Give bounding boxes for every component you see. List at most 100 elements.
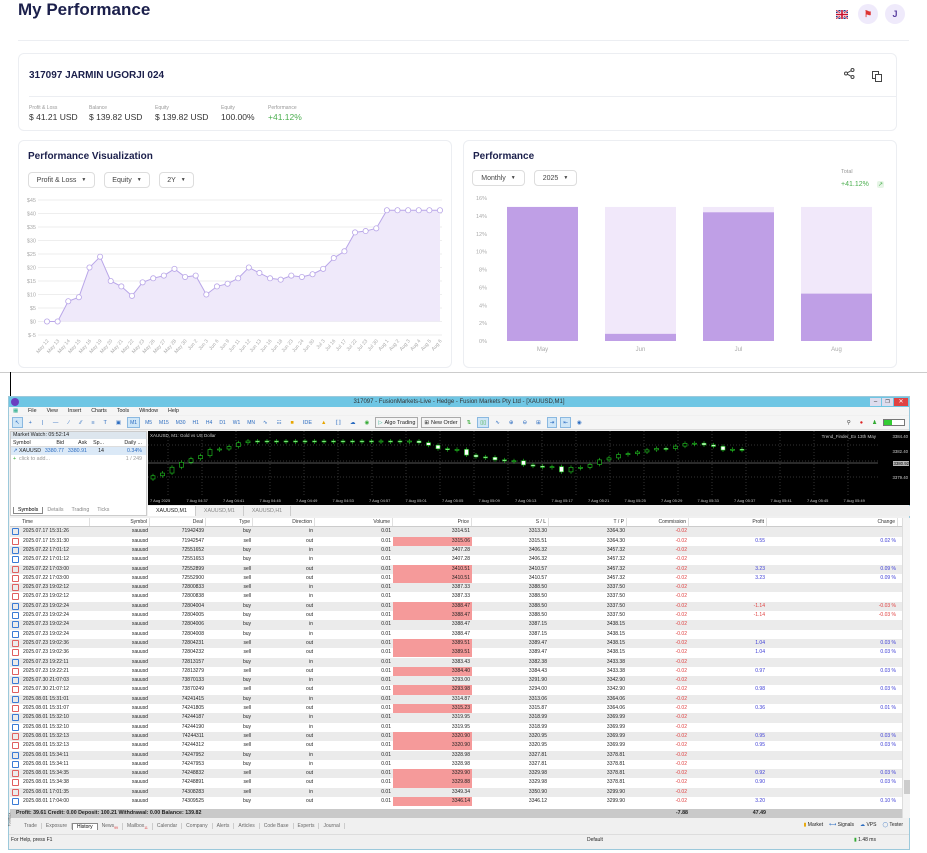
chart-shift-icon[interactable]: ⇤ xyxy=(560,417,571,428)
tab-trading[interactable]: Trading xyxy=(68,507,94,514)
data-point[interactable] xyxy=(362,228,369,235)
toolbox-tab-news[interactable]: News99 xyxy=(98,822,123,830)
data-point[interactable] xyxy=(54,318,61,325)
col-bid[interactable]: Bid xyxy=(56,439,66,446)
data-point[interactable] xyxy=(288,272,295,279)
scrollbar-thumb[interactable] xyxy=(904,780,910,794)
share-icon[interactable] xyxy=(844,68,855,82)
autoscroll-icon[interactable]: ⇥ xyxy=(546,417,558,428)
menu-help[interactable]: Help xyxy=(168,408,179,414)
line-chart-icon[interactable]: ∿ xyxy=(492,417,503,428)
menu-charts[interactable]: Charts xyxy=(91,408,107,414)
data-point[interactable] xyxy=(383,207,390,214)
col-daily[interactable]: Daily ... xyxy=(124,439,144,446)
tab-ticks[interactable]: Ticks xyxy=(93,507,113,514)
column-header-type[interactable]: Type xyxy=(206,518,253,527)
close-button[interactable]: ✕ xyxy=(894,398,908,406)
table-row[interactable]: 2025.08.01 15:34:11 xauusd 74247953 buy in 0.… xyxy=(10,760,902,769)
fibonacci-icon[interactable]: ≡ xyxy=(88,417,97,428)
table-row[interactable]: 2025.07.17 15:31:26 xauusd 71942439 buy in 0.… xyxy=(10,527,902,537)
new-order-button[interactable]: ⊞ New Order xyxy=(421,417,461,428)
table-row[interactable]: 2025.07.23 19:22:21 xauusd 72813279 sell out… xyxy=(10,666,902,677)
column-header-deal[interactable]: Deal xyxy=(150,518,206,527)
tab-details[interactable]: Details xyxy=(43,507,67,514)
toolbox-tab-trade[interactable]: Trade xyxy=(20,823,42,829)
column-header-time[interactable]: Time xyxy=(22,518,90,527)
price-chart[interactable]: XAUUSD, M1: Gold vs US Dollar Trend_Find… xyxy=(148,431,910,505)
data-point[interactable] xyxy=(267,275,274,282)
account-icon[interactable]: ♟ xyxy=(869,417,880,428)
table-row[interactable]: 2025.08.01 15:32:13 xauusd 74244312 sell out… xyxy=(10,741,902,751)
add-symbol-row[interactable]: + click to add... 1 / 249 xyxy=(11,455,146,463)
chart-tab[interactable]: XAUUSD,M1 xyxy=(148,506,196,516)
depth-of-market-icon[interactable]: IDE xyxy=(300,417,315,428)
period-dropdown[interactable]: Monthly ▼ xyxy=(472,170,525,186)
data-point[interactable] xyxy=(75,294,82,301)
table-row[interactable]: 2025.08.01 17:01:35 xauusd 74308283 sell in 0… xyxy=(10,787,902,797)
table-row[interactable]: 2025.08.01 15:34:11 xauusd 74247952 buy in 0.… xyxy=(10,750,902,760)
data-point[interactable] xyxy=(86,264,93,271)
col-symbol[interactable]: Symbol xyxy=(13,439,33,446)
bar-may[interactable] xyxy=(507,206,578,341)
table-row[interactable]: 2025.07.23 19:22:11 xauusd 72813157 buy in 0.… xyxy=(10,657,902,667)
data-point[interactable] xyxy=(277,276,284,283)
timeframe-m1[interactable]: M1 xyxy=(127,417,141,428)
metric-dropdown[interactable]: Profit & Loss ▼ xyxy=(28,172,95,188)
data-point[interactable] xyxy=(436,207,443,214)
data-point[interactable] xyxy=(171,265,178,272)
table-row[interactable]: 2025.08.01 17:04:00 xauusd 74309525 buy out 0… xyxy=(10,797,902,807)
table-row[interactable]: 2025.08.01 15:34:35 xauusd 74248832 sell out… xyxy=(10,769,902,779)
minimize-button[interactable]: – xyxy=(870,398,881,406)
notification-icon[interactable]: ⚑ xyxy=(858,4,878,24)
data-point[interactable] xyxy=(309,271,316,278)
vertical-line-icon[interactable]: | xyxy=(38,417,47,428)
bar-aug[interactable] xyxy=(801,293,872,341)
toolbox-tab-journal[interactable]: Journal xyxy=(319,823,345,829)
col-spread[interactable]: Sp... xyxy=(93,439,106,446)
table-row[interactable]: 2025.07.22 17:03:00 xauusd 72552899 sell out… xyxy=(10,564,902,574)
tester-link[interactable]: ◯ Tester xyxy=(882,822,903,828)
vps-link[interactable]: ☁ VPS xyxy=(860,822,876,828)
timeframe-m15[interactable]: M15 xyxy=(157,420,171,426)
data-point[interactable] xyxy=(341,248,348,255)
timeframe-h4[interactable]: H4 xyxy=(204,420,214,426)
uk-flag-icon[interactable] xyxy=(832,4,852,24)
table-row[interactable]: 2025.07.23 19:02:24 xauusd 72804006 buy in 0.… xyxy=(10,620,902,630)
channel-icon[interactable]: ∕∕ xyxy=(76,417,85,428)
indicators-icon[interactable]: ∿ xyxy=(260,417,271,428)
data-point[interactable] xyxy=(203,291,210,298)
data-point[interactable] xyxy=(150,275,157,282)
toolbox-tab-history[interactable]: History xyxy=(72,822,98,830)
data-point[interactable] xyxy=(298,273,305,280)
column-header-stop-loss[interactable]: S / L xyxy=(472,518,549,527)
data-point[interactable] xyxy=(139,279,146,286)
data-point[interactable] xyxy=(192,272,199,279)
data-point[interactable] xyxy=(415,207,422,214)
data-point[interactable] xyxy=(107,278,114,285)
app-menu-icon[interactable]: ▦ xyxy=(13,408,18,414)
grid-icon[interactable]: ⊞ xyxy=(533,417,544,428)
data-point[interactable] xyxy=(373,225,380,232)
data-point[interactable] xyxy=(44,318,51,325)
data-point[interactable] xyxy=(65,298,72,305)
table-row[interactable]: 2025.07.23 19:02:24 xauusd 72804004 buy out 0… xyxy=(10,601,902,611)
templates-icon[interactable]: ☷ xyxy=(274,417,285,428)
menu-tools[interactable]: Tools xyxy=(117,408,129,414)
range-dropdown[interactable]: 2Y ▼ xyxy=(159,172,194,188)
data-point[interactable] xyxy=(182,273,189,280)
column-header-volume[interactable]: Volume xyxy=(315,518,393,527)
timeframe-m5[interactable]: M5 xyxy=(143,420,154,426)
toolbox-tab-exposure[interactable]: Exposure xyxy=(42,823,73,829)
table-row[interactable]: 2025.08.01 15:31:07 xauusd 74241805 sell out… xyxy=(10,704,902,714)
alerts-icon[interactable]: ● xyxy=(857,417,866,428)
column-header-symbol[interactable]: Symbol xyxy=(90,518,150,527)
table-row[interactable]: 2025.07.23 19:02:12 xauusd 72800838 sell in 0… xyxy=(10,592,902,601)
column-header-price[interactable]: Price xyxy=(393,518,472,527)
column-header-change[interactable]: Change xyxy=(767,518,898,527)
user-avatar[interactable]: J xyxy=(885,4,905,24)
table-row[interactable]: 2025.07.23 19:02:24 xauusd 72804005 buy out 0… xyxy=(10,611,902,621)
table-row[interactable]: 2025.08.01 15:32:10 xauusd 74244190 buy in 0.… xyxy=(10,723,902,732)
col-ask[interactable]: Ask xyxy=(78,439,89,446)
data-point[interactable] xyxy=(352,229,359,236)
data-point[interactable] xyxy=(245,264,252,271)
